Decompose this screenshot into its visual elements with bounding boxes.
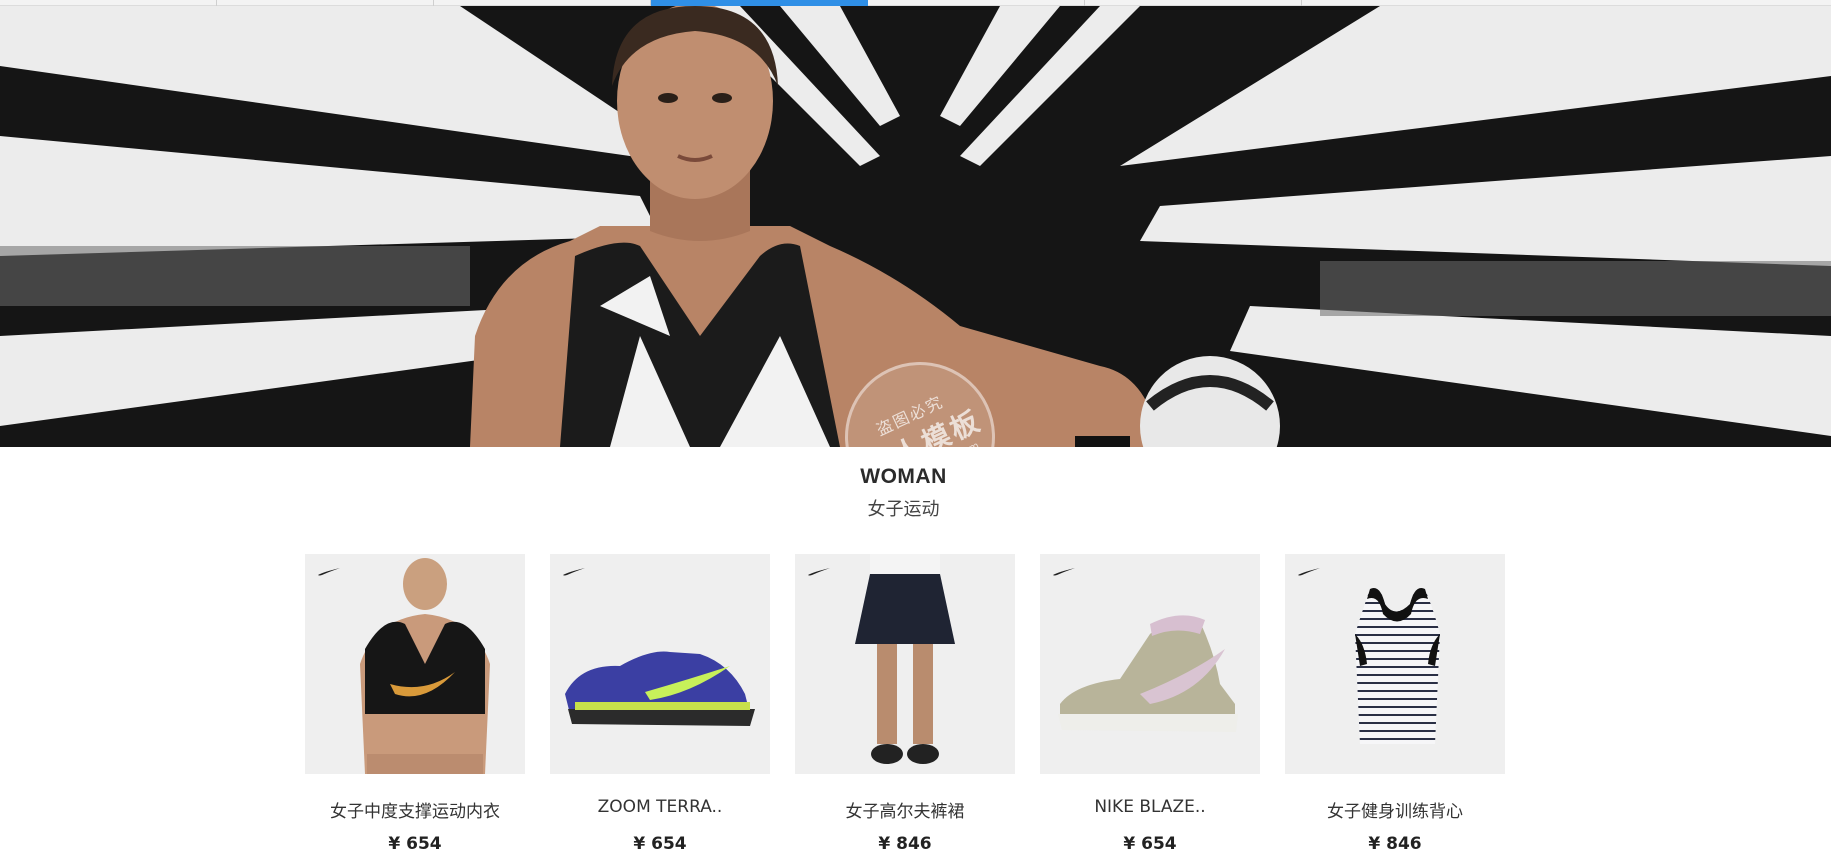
product-name[interactable]: ZOOM TERRA.. <box>550 797 770 819</box>
product-price: ¥ 846 <box>878 834 932 854</box>
product-card[interactable]: ZOOM TERRA.. ¥ 654 <box>550 554 770 854</box>
product-grid: 女子中度支撑运动内衣 ¥ 654 ZOOM TERRA.. ¥ 654 女子高尔… <box>305 554 1505 854</box>
product-name[interactable]: 女子中度支撑运动内衣 <box>305 797 525 822</box>
product-card[interactable]: NIKE BLAZE.. ¥ 654 <box>1040 554 1260 854</box>
product-name[interactable]: NIKE BLAZE.. <box>1040 797 1260 819</box>
nike-swoosh-icon <box>1053 568 1075 576</box>
product-name[interactable]: 女子健身训练背心 <box>1285 797 1505 822</box>
high-top-sneaker-icon <box>1058 615 1238 732</box>
product-image[interactable] <box>305 554 525 774</box>
sports-bra-icon <box>360 558 490 774</box>
product-card[interactable]: 女子健身训练背心 ¥ 846 <box>1285 554 1505 854</box>
section-subtitle: 女子运动 <box>867 499 940 520</box>
product-image[interactable] <box>550 554 770 774</box>
product-card[interactable]: 女子高尔夫裤裙 ¥ 846 <box>795 554 1015 854</box>
product-price: ¥ 654 <box>1123 834 1177 854</box>
nike-swoosh-icon <box>808 568 830 576</box>
product-image[interactable] <box>795 554 1015 774</box>
product-image[interactable] <box>1040 554 1260 774</box>
product-price: ¥ 654 <box>388 834 442 854</box>
product-image[interactable] <box>1285 554 1505 774</box>
section-heading: WOMAN 女子运动 <box>0 465 1807 521</box>
product-name[interactable]: 女子高尔夫裤裙 <box>795 797 1015 822</box>
product-card[interactable]: 女子中度支撑运动内衣 ¥ 654 <box>305 554 525 854</box>
nike-swoosh-icon <box>1298 568 1320 576</box>
nike-swoosh-icon <box>318 568 340 576</box>
section-title: WOMAN <box>860 465 947 488</box>
running-shoe-icon <box>565 651 755 726</box>
hero-banner[interactable] <box>0 6 1831 447</box>
product-price: ¥ 846 <box>1368 834 1422 854</box>
hero-image <box>0 6 1831 447</box>
golf-skort-icon <box>855 554 955 764</box>
striped-tank-icon <box>1355 588 1440 744</box>
product-price: ¥ 654 <box>633 834 687 854</box>
nike-swoosh-icon <box>563 568 585 576</box>
